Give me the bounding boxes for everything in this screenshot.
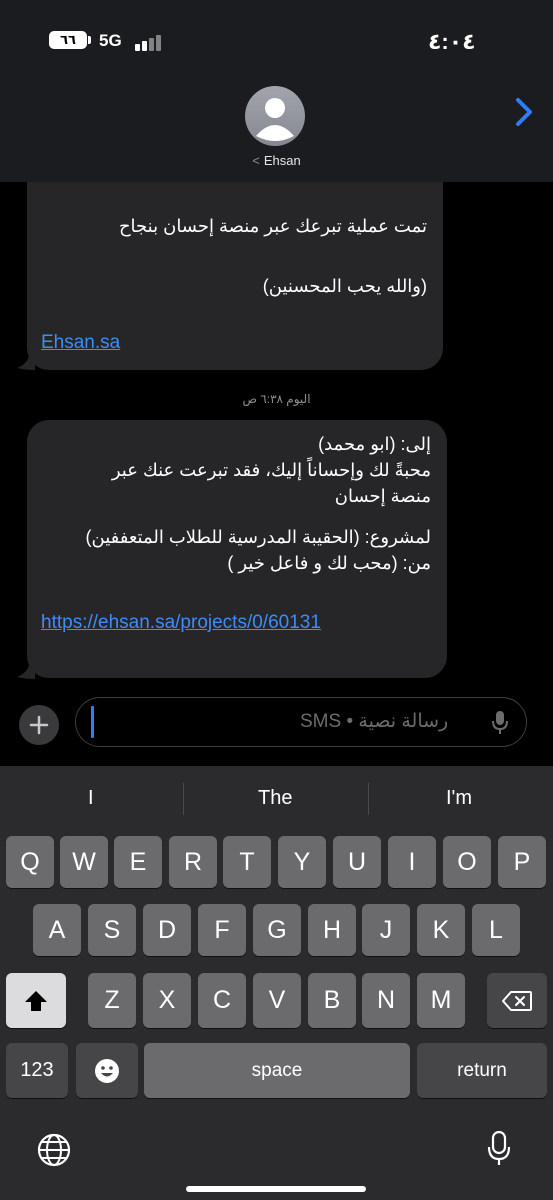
suggestion-2[interactable]: The (258, 787, 292, 810)
delete-key[interactable] (487, 973, 547, 1028)
emoji-key[interactable] (76, 1043, 138, 1098)
contact-avatar[interactable] (245, 86, 305, 146)
message-link[interactable]: https://ehsan.sa/projects/0/60131 (41, 612, 321, 634)
key-b[interactable]: B (308, 973, 356, 1028)
home-indicator (186, 1186, 366, 1192)
key-w[interactable]: W (60, 836, 108, 888)
shift-arrow-icon (25, 990, 47, 1011)
plus-icon (29, 715, 49, 735)
shift-key[interactable] (6, 973, 66, 1028)
clock: ٤:٠٤ (428, 29, 476, 54)
key-t[interactable]: T (223, 836, 271, 888)
message-text-line: منصة إحسان (334, 486, 431, 506)
backspace-icon (502, 990, 532, 1011)
person-icon (256, 98, 294, 141)
microphone-icon (487, 1130, 511, 1165)
numbers-key[interactable]: 123 (6, 1043, 68, 1098)
dictation-key[interactable] (486, 1130, 512, 1172)
suggestion-divider (368, 783, 369, 815)
signal-icon (135, 33, 165, 51)
message-input-placeholder: رسالة نصية • SMS (300, 711, 449, 732)
text-cursor (91, 706, 94, 738)
message-text-line: محبةً لك وإحساناً إليك، فقد تبرعت عنك عب… (111, 460, 431, 480)
key-j[interactable]: J (362, 904, 410, 956)
key-z[interactable]: Z (88, 973, 136, 1028)
message-text-line: لمشروع: (الحقيبة المدرسية للطلاب المتعفف… (85, 527, 431, 547)
key-c[interactable]: C (198, 973, 246, 1028)
bubble-tail (17, 356, 35, 370)
contact-name: Ehsan (263, 153, 301, 168)
key-p[interactable]: P (498, 836, 546, 888)
bubble-tail (17, 665, 35, 679)
key-d[interactable]: D (143, 904, 191, 956)
key-g[interactable]: G (253, 904, 301, 956)
battery-indicator: ٦٦ (49, 31, 87, 49)
key-r[interactable]: R (169, 836, 217, 888)
microphone-icon (492, 711, 508, 734)
message-text: تمت عملية تبرعك عبر منصة إحسان بنجاح (118, 216, 427, 236)
key-k[interactable]: K (417, 904, 465, 956)
suggestion-3[interactable]: I'm (446, 787, 472, 810)
space-key[interactable]: space (144, 1043, 410, 1098)
key-s[interactable]: S (88, 904, 136, 956)
message-text: (والله يحب المحسنين) (262, 276, 427, 296)
message-text-line: إلى: (ابو محمد) (318, 434, 431, 454)
key-n[interactable]: N (362, 973, 410, 1028)
key-e[interactable]: E (114, 836, 162, 888)
key-h[interactable]: H (308, 904, 356, 956)
suggestion-1[interactable]: I (88, 787, 94, 810)
key-f[interactable]: F (198, 904, 246, 956)
key-a[interactable]: A (33, 904, 81, 956)
back-button[interactable] (512, 96, 536, 133)
key-l[interactable]: L (472, 904, 520, 956)
globe-button[interactable] (37, 1133, 71, 1172)
message-timestamp: اليوم ٦:٣٨ ص (242, 392, 311, 406)
contact-name-row[interactable]: < Ehsan (0, 153, 553, 168)
key-i[interactable]: I (388, 836, 436, 888)
emoji-icon (95, 1058, 119, 1083)
key-m[interactable]: M (417, 973, 465, 1028)
globe-icon (37, 1133, 71, 1167)
message-text-line: من: (محب لك و فاعل خير ) (227, 553, 431, 573)
message-link[interactable]: Ehsan.sa (41, 332, 120, 354)
key-y[interactable]: Y (278, 836, 326, 888)
add-attachment-button[interactable] (19, 705, 59, 745)
network-label: 5G (99, 31, 122, 50)
chevron-right-icon (516, 98, 532, 126)
status-bar: ٦٦ 5G ٤:٠٤ (0, 0, 553, 80)
dictation-button[interactable] (490, 710, 510, 741)
key-v[interactable]: V (253, 973, 301, 1028)
chevron-left-icon: < (252, 153, 260, 168)
battery-tip (88, 36, 91, 44)
return-key[interactable]: return (417, 1043, 547, 1098)
key-x[interactable]: X (143, 973, 191, 1028)
key-o[interactable]: O (443, 836, 491, 888)
key-u[interactable]: U (333, 836, 381, 888)
suggestion-divider (183, 783, 184, 815)
key-q[interactable]: Q (6, 836, 54, 888)
